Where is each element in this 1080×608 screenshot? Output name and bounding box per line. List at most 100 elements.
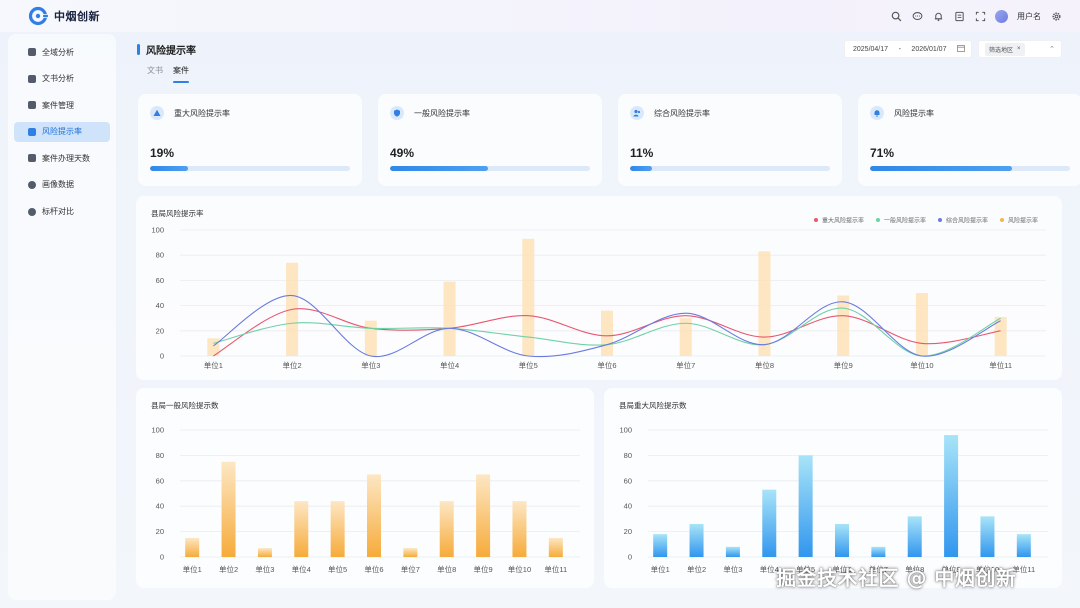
stat-card-major-risk: 重大风险提示率 19%	[138, 94, 362, 186]
x-tick-label: 单位3	[723, 564, 742, 574]
tab-document[interactable]: 文书	[147, 65, 163, 79]
line-chart-panel: 县局风险提示率 0 20 40 60 80 100 单位1 单位2 单位3 单位4 单位5 单位6 单位…	[136, 196, 1062, 380]
major-risk-bar-chart: 020406080100单位1 单位2 单位3 单位4 单位5 单位6 单位7 单位8 单位9 单…	[619, 426, 1048, 574]
stat-label: 风险提示率	[894, 108, 934, 118]
y-tick-label: 20	[156, 326, 164, 335]
progress-track	[630, 166, 830, 171]
main-content: 风险提示率 2025/04/17 - 2026/01/07 筛选地区 × ⌃ 文…	[132, 38, 1080, 186]
bar	[403, 548, 418, 557]
bar	[835, 523, 849, 557]
x-tick-label: 单位4	[292, 564, 311, 574]
profile-icon	[28, 180, 36, 189]
sidebar-item-label: 案件办理天数	[42, 153, 90, 163]
sidebar-item-label: 文书分析	[42, 74, 74, 84]
message-icon[interactable]	[911, 10, 923, 22]
y-tick-label: 60	[156, 276, 164, 285]
y-tick-label: 80	[624, 451, 632, 460]
y-tick-label: 0	[628, 553, 632, 562]
calendar-icon	[28, 154, 36, 163]
date-range-picker[interactable]: 2025/04/17 - 2026/01/07	[844, 40, 972, 58]
bar	[367, 474, 381, 557]
watermark: 掘金技术社区 @ 中烟创新	[776, 566, 1017, 590]
y-tick-label: 20	[156, 527, 164, 536]
chevron-up-icon[interactable]: ⌃	[1049, 45, 1055, 53]
y-tick-label: 60	[624, 476, 632, 485]
legend-marker	[814, 218, 818, 222]
x-tick-label: 单位4	[440, 360, 459, 370]
sidebar-item-benchmark[interactable]: 标杆对比	[14, 202, 110, 222]
x-tick-label: 单位8	[437, 564, 456, 574]
legend-marker	[1000, 218, 1004, 222]
risk-rate-bar	[522, 238, 535, 356]
stat-value: 49%	[390, 146, 415, 160]
page-title: 风险提示率	[146, 45, 196, 57]
avatar[interactable]	[995, 9, 1008, 23]
shield-icon	[390, 106, 404, 120]
logo-text: 中烟创新	[54, 11, 100, 23]
x-tick-label: 单位6	[364, 564, 383, 574]
fullscreen-icon[interactable]	[974, 10, 986, 22]
sidebar-item-label: 画像数据	[42, 180, 74, 190]
title-accent	[137, 43, 140, 55]
x-tick-label: 单位9	[834, 360, 853, 370]
bell-icon	[870, 106, 884, 120]
stat-label: 一般风险提示率	[414, 108, 470, 118]
gear-icon[interactable]	[1050, 10, 1062, 22]
x-tick-label: 单位1	[183, 564, 202, 574]
tab-case[interactable]: 案件	[173, 65, 189, 83]
filter-tag: 筛选地区 ×	[985, 42, 1025, 56]
x-tick-label: 单位5	[519, 360, 538, 370]
sidebar-item-global-analysis[interactable]: 全域分析	[14, 42, 110, 62]
general-risk-bar-chart: 0 20 40 60 80 100 单位1 单位2 单位3 单位4 单位5 单位6 单位7 单位8 单位9 单…	[151, 426, 580, 574]
bar	[221, 461, 236, 557]
x-tick-label: 单位10	[508, 564, 531, 574]
close-icon[interactable]: ×	[1017, 46, 1021, 52]
search-icon[interactable]	[890, 10, 902, 22]
stat-value: 19%	[150, 146, 175, 160]
stat-label: 综合风险提示率	[654, 108, 710, 118]
stat-value: 71%	[870, 146, 895, 160]
stat-cards: 重大风险提示率 19% 一般风险提示率 49% 综合风险提示率 11% 风险提示…	[132, 94, 1080, 186]
risk-rate-bar	[837, 295, 850, 356]
y-tick-label: 40	[156, 301, 164, 310]
y-tick-label: 0	[160, 352, 164, 361]
legend-marker	[876, 218, 880, 222]
document-icon[interactable]	[953, 10, 965, 22]
bell-icon[interactable]	[932, 10, 944, 22]
stat-label: 重大风险提示率	[174, 108, 230, 118]
y-tick-label: 100	[151, 226, 164, 235]
line-chart: 0 20 40 60 80 100 单位1 单位2 单位3 单位4 单位5 单位6 单位7 单位8 单位9 单…	[151, 217, 1046, 370]
y-tick-label: 80	[156, 451, 164, 460]
x-tick-label: 单位8	[755, 360, 774, 370]
x-tick-label: 单位1	[651, 564, 670, 574]
sidebar-item-profile-data[interactable]: 画像数据	[14, 175, 110, 195]
y-tick-label: 40	[156, 502, 164, 511]
sidebar: 全域分析 文书分析 案件管理 风险提示率 案件办理天数 画像数据 标杆对比	[8, 34, 116, 600]
legend-label: 综合风险提示率	[946, 217, 988, 225]
logo[interactable]: 中烟创新	[28, 5, 100, 27]
username[interactable]: 用户名	[1017, 11, 1041, 22]
bar	[476, 474, 491, 557]
region-filter-select[interactable]: 筛选地区 × ⌃	[978, 40, 1062, 58]
progress-track	[150, 166, 350, 171]
y-tick-label: 40	[624, 502, 632, 511]
sidebar-item-case-management[interactable]: 案件管理	[14, 95, 110, 115]
top-bar: 中烟创新 用户名	[0, 0, 1080, 32]
sidebar-item-risk-rate[interactable]: 风险提示率	[14, 121, 110, 142]
bar	[257, 548, 272, 557]
risk-rate-bar	[758, 251, 771, 356]
date-end: 2026/01/07	[911, 45, 947, 53]
x-tick-label: 单位7	[401, 564, 420, 574]
x-tick-label: 单位2	[283, 360, 302, 370]
progress-track	[390, 166, 590, 171]
legend-label: 风险提示率	[1008, 217, 1038, 225]
sidebar-item-case-days[interactable]: 案件办理天数	[14, 148, 110, 168]
alert-icon	[28, 127, 36, 136]
bar	[1016, 534, 1031, 557]
calendar-icon	[957, 44, 965, 54]
legend-label: 重大风险提示率	[822, 217, 864, 225]
sidebar-item-document-analysis[interactable]: 文书分析	[14, 69, 110, 89]
x-tick-label: 单位5	[328, 564, 347, 574]
y-tick-label: 80	[156, 251, 164, 260]
tab-bar: 文书 案件	[147, 65, 1068, 83]
